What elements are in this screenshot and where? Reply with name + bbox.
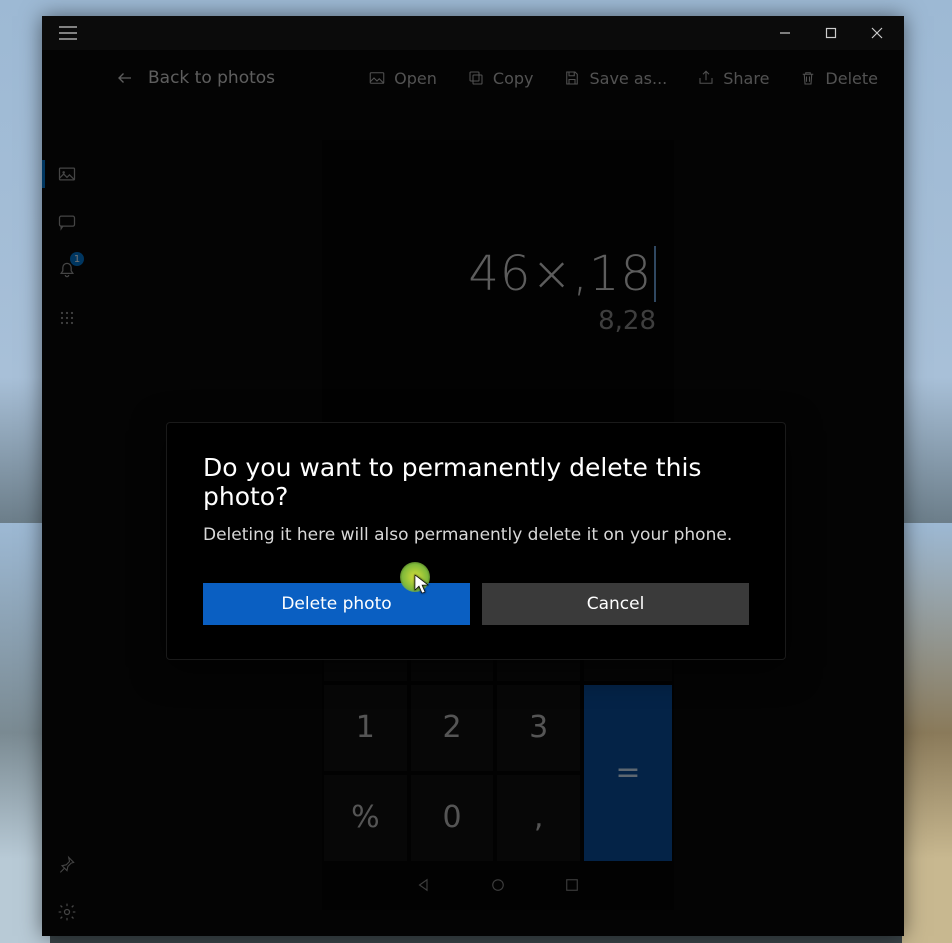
app-body: 1 Back to photos xyxy=(42,50,904,936)
delete-photo-button[interactable]: Delete photo xyxy=(203,583,470,625)
minimize-button[interactable] xyxy=(762,16,808,50)
cancel-button[interactable]: Cancel xyxy=(482,583,749,625)
close-button[interactable] xyxy=(854,16,900,50)
desktop-wallpaper-right xyxy=(902,523,952,943)
dialog-buttons: Delete photo Cancel xyxy=(203,583,749,625)
hamburger-icon xyxy=(59,26,77,40)
window-controls xyxy=(762,16,900,50)
maximize-button[interactable] xyxy=(808,16,854,50)
close-icon xyxy=(871,27,883,39)
dialog-title: Do you want to permanently delete this p… xyxy=(203,453,749,511)
titlebar xyxy=(42,16,904,50)
hamburger-menu-button[interactable] xyxy=(46,16,90,50)
minimize-icon xyxy=(779,27,791,39)
dialog-message: Deleting it here will also permanently d… xyxy=(203,525,749,545)
maximize-icon xyxy=(825,27,837,39)
delete-confirmation-dialog: Do you want to permanently delete this p… xyxy=(166,422,786,660)
app-window: 1 Back to photos xyxy=(42,16,904,936)
